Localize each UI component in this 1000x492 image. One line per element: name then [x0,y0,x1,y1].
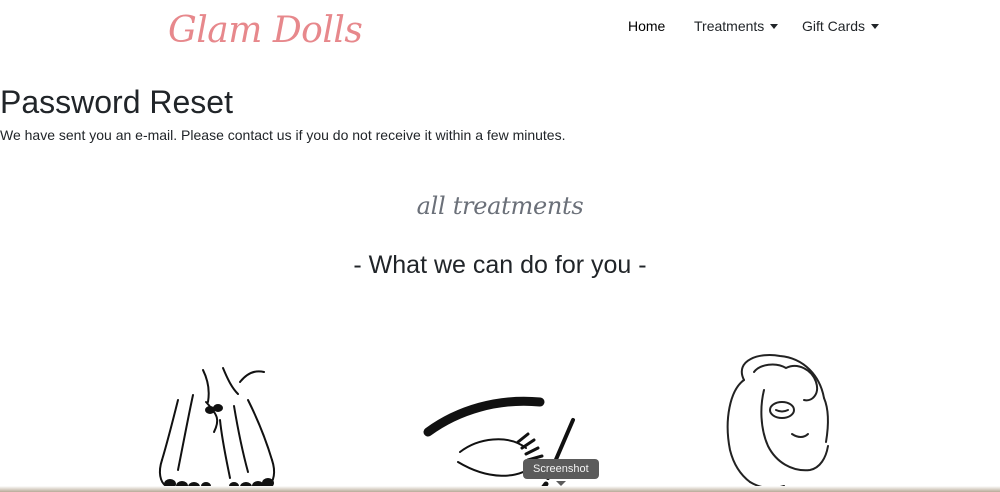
section-heading: - What we can do for you - [353,251,647,279]
page-title: Password Reset [0,84,233,120]
nav-home-label: Home [628,18,666,34]
nav-treatments-label: Treatments [694,18,765,34]
nav-treatments-dropdown[interactable]: Treatments [694,18,779,34]
caret-down-icon [770,23,779,29]
page: Glam Dolls Home Treatments Gift Cards Pa… [0,0,1000,492]
reset-message: We have sent you an e-mail. Please conta… [0,127,566,143]
feet-pedicure-illustration[interactable] [148,360,283,492]
caret-down-icon [871,23,880,29]
face-mask-illustration[interactable] [720,350,832,492]
section-script-heading: all treatments [416,192,584,220]
window-bottom-edge [0,486,1000,492]
tooltip-arrow-icon [556,481,566,486]
screenshot-tooltip: Screenshot [523,459,599,479]
main-nav: Home Treatments Gift Cards [0,18,1000,38]
nav-gift-cards-label: Gift Cards [802,18,866,34]
nav-gift-cards-dropdown[interactable]: Gift Cards [802,18,880,34]
nav-home-link[interactable]: Home [628,18,665,34]
